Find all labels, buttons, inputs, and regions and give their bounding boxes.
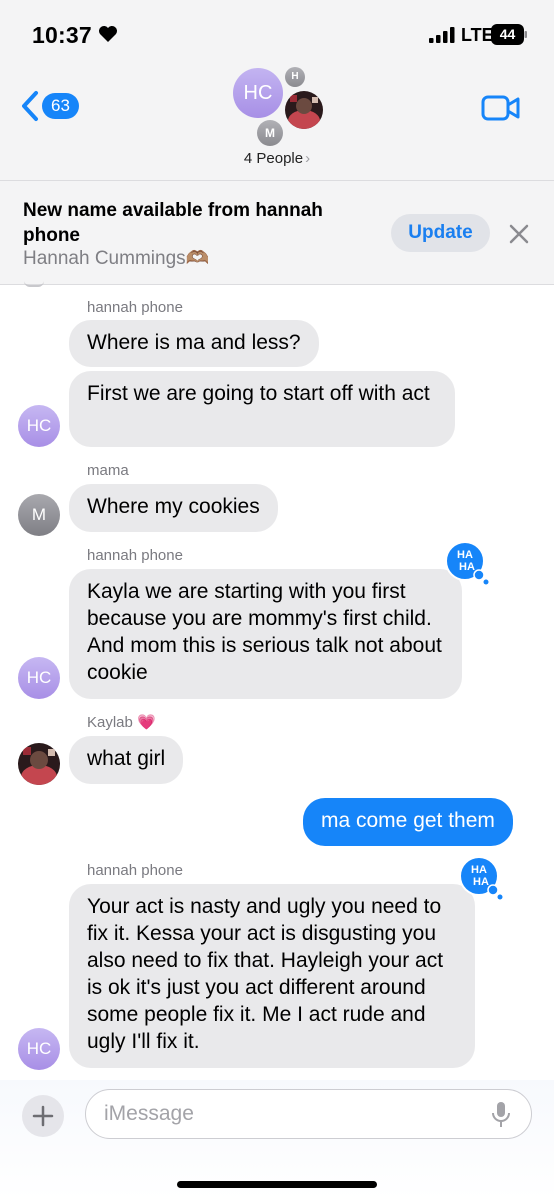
tapback-text: HA [459,561,475,573]
sender-name: mama [87,462,129,479]
message-bubble[interactable]: what girl [69,736,184,784]
group-avatar-cluster[interactable]: HC H M [230,66,330,146]
avatar-photo[interactable] [18,743,60,785]
battery-level: 44 [499,26,516,42]
status-time: 10:37 [32,22,92,48]
previous-message-edge [24,281,44,287]
heart-icon [99,26,117,42]
message-bubble[interactable]: Your act is nasty and ugly you need to f… [69,884,475,1068]
message-bubble[interactable]: Kayla we are starting with you first bec… [69,569,462,699]
conversation-header: 10:37 LTE 44 63 HC H M 4 People › [0,0,554,181]
avatar[interactable]: HC [18,1028,60,1070]
message-bubble[interactable]: First we are going to start off with act [69,371,455,447]
avatar: M [257,120,283,146]
banner-subtitle: Hannah Cummings🫶🏽 [23,248,210,269]
video-camera-icon[interactable] [481,94,521,122]
microphone-icon[interactable] [491,1101,511,1129]
avatar: HC [233,68,283,118]
name-update-banner: New name available from hannah phone Han… [0,181,554,285]
back-button[interactable]: 63 [20,90,90,124]
unread-count-badge: 63 [42,93,79,119]
sender-name: hannah phone [87,862,183,879]
message-input[interactable] [85,1089,532,1139]
tapback-text: HA [473,876,489,888]
message-bubble[interactable]: Where is ma and less? [69,320,319,367]
sender-name: hannah phone [87,299,183,316]
tapback-text: HA [457,549,473,561]
haha-tapback-icon[interactable]: HA HA [445,541,491,587]
update-button[interactable]: Update [391,214,490,252]
signal-icon [429,27,455,43]
chevron-back-icon [22,91,38,121]
avatar: H [285,67,305,87]
people-count-label: 4 People [243,150,304,167]
message-bubble[interactable]: Where my cookies [69,484,278,532]
avatar[interactable]: HC [18,405,60,447]
home-indicator[interactable] [177,1181,377,1188]
avatar[interactable]: M [18,494,60,536]
banner-title: New name available from hannah phone [23,200,323,246]
tapback-text: HA [471,864,487,876]
avatar-photo [285,91,323,129]
plus-button[interactable] [22,1095,64,1137]
plus-icon [32,1105,54,1127]
network-label: LTE [461,25,494,45]
close-icon[interactable] [506,221,532,247]
sender-name: hannah phone [87,547,183,564]
sender-name: Kaylab 💗 [87,714,156,731]
avatar[interactable]: HC [18,657,60,699]
haha-tapback-icon[interactable]: HA HA [459,856,505,902]
outgoing-message-bubble[interactable]: ma come get them [303,798,513,846]
people-count-link[interactable]: 4 People › [0,150,554,167]
chevron-right-icon: › [305,150,311,167]
